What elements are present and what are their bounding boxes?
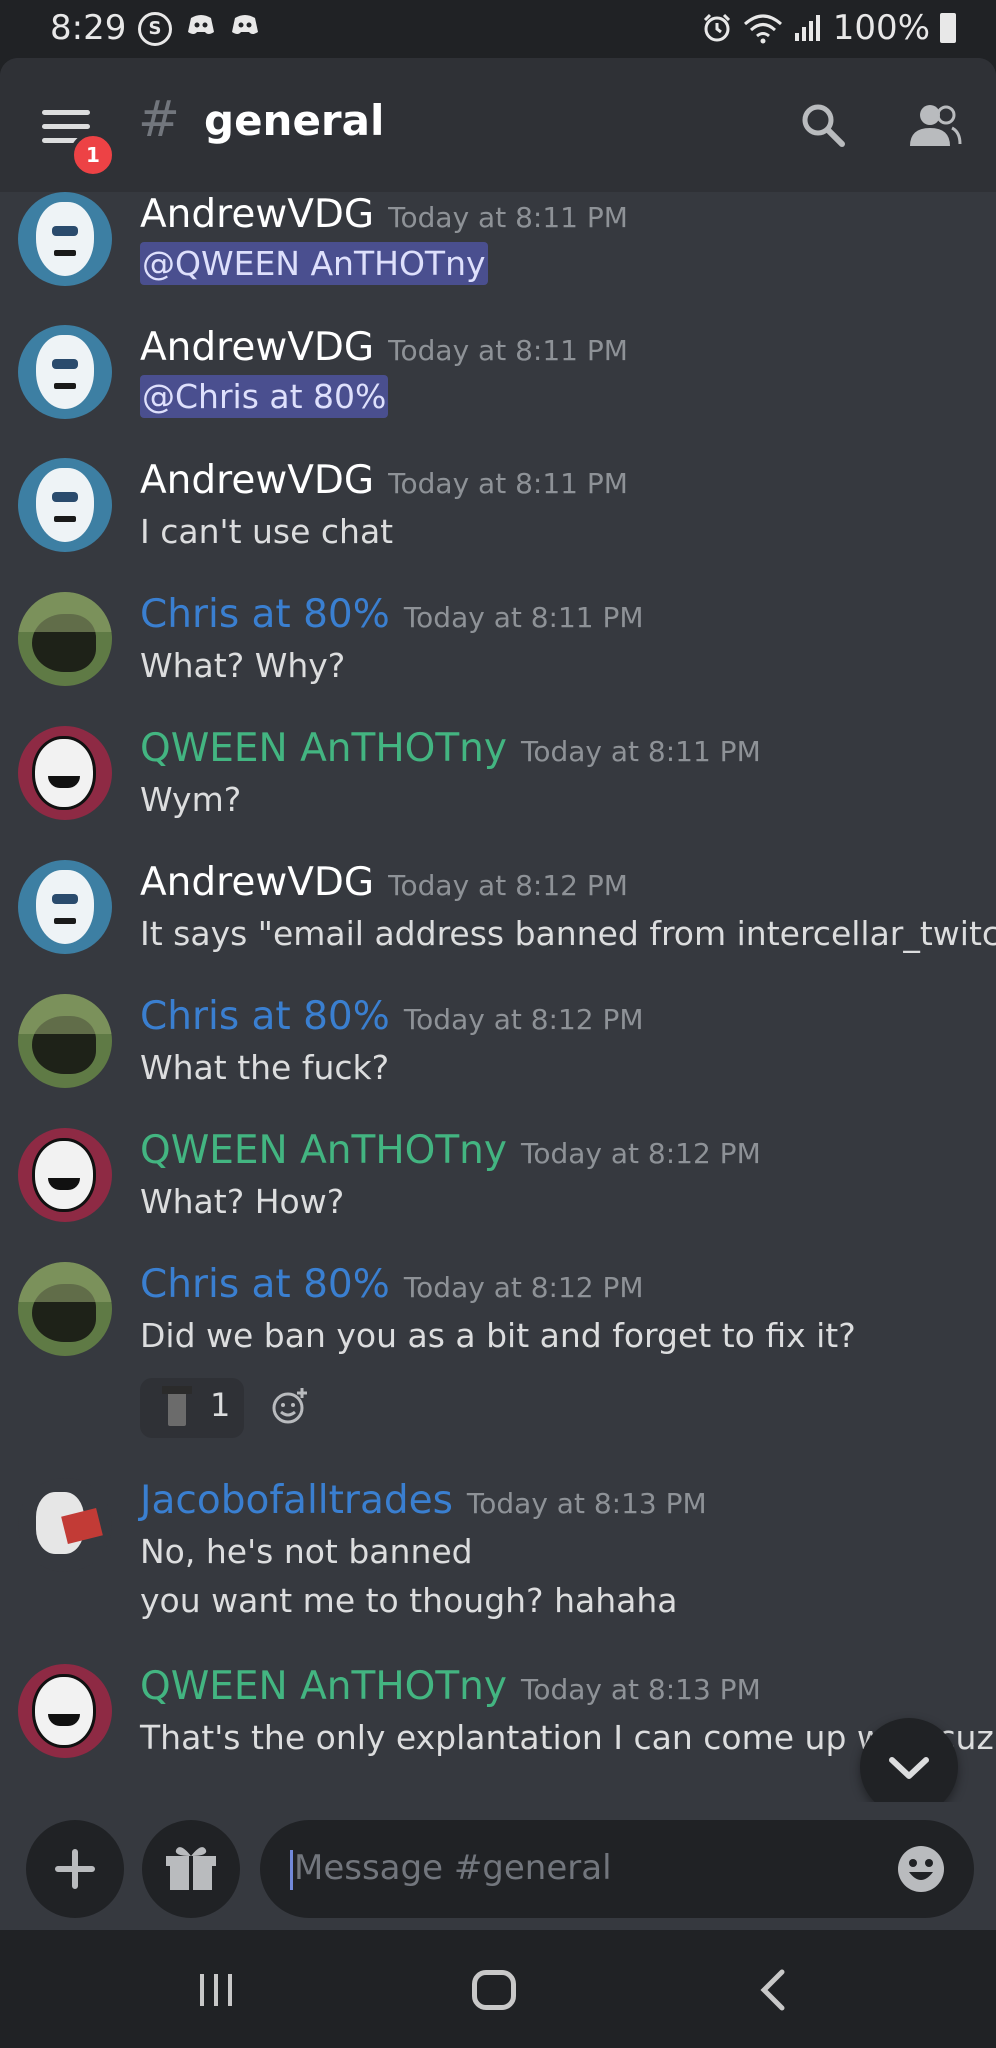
status-bar: 8:29 S 100%: [0, 0, 996, 58]
gift-button[interactable]: [142, 1820, 240, 1918]
message-header: AndrewVDG Today at 8:11 PM: [140, 458, 628, 503]
text-caret: [290, 1850, 293, 1890]
message-list[interactable]: AndrewVDG Today at 8:11 PM @QWEEN AnTHOTn…: [0, 192, 996, 1802]
message-header: Chris at 80% Today at 8:11 PM: [140, 592, 644, 637]
timestamp: Today at 8:12 PM: [403, 1003, 644, 1036]
reaction-pill[interactable]: 1: [140, 1378, 244, 1438]
timestamp: Today at 8:11 PM: [388, 201, 628, 234]
message-header: Chris at 80% Today at 8:12 PM: [140, 994, 644, 1039]
message-input-placeholder: Message #general: [294, 1848, 612, 1888]
avatar[interactable]: [18, 1128, 112, 1222]
notification-icons: S: [138, 12, 260, 46]
reaction-count: 1: [210, 1386, 231, 1424]
discord-notification-icon-2: [232, 15, 258, 34]
avatar[interactable]: [18, 592, 112, 686]
skype-icon: S: [138, 12, 172, 46]
username[interactable]: Chris at 80%: [140, 1262, 390, 1307]
notification-badge: 1: [70, 132, 116, 178]
message-header: Jacobofalltrades Today at 8:13 PM: [140, 1478, 707, 1523]
status-right: 100%: [701, 8, 956, 48]
timestamp: Today at 8:11 PM: [520, 735, 761, 768]
timestamp: Today at 8:12 PM: [520, 1137, 761, 1170]
emoji-icon[interactable]: [896, 1844, 946, 1894]
username[interactable]: QWEEN AnTHOTny: [140, 726, 507, 771]
avatar[interactable]: [18, 1478, 112, 1572]
timestamp: Today at 8:11 PM: [403, 601, 644, 634]
avatar[interactable]: [18, 860, 112, 954]
message-text: @QWEEN AnTHOTny: [140, 242, 488, 285]
home-icon[interactable]: [472, 1970, 516, 2010]
avatar[interactable]: [18, 994, 112, 1088]
username[interactable]: Chris at 80%: [140, 592, 390, 637]
message-header: QWEEN AnTHOTny Today at 8:11 PM: [140, 726, 761, 771]
members-icon[interactable]: [906, 102, 962, 148]
back-icon[interactable]: [758, 1968, 788, 2012]
message-header: AndrewVDG Today at 8:11 PM: [140, 192, 628, 237]
discord-notification-icon: [188, 15, 214, 34]
system-nav-bar: [0, 1930, 996, 2048]
username[interactable]: QWEEN AnTHOTny: [140, 1128, 507, 1173]
user-mention[interactable]: @QWEEN AnTHOTny: [140, 242, 488, 285]
signal-icon: [794, 15, 820, 41]
add-attachment-button[interactable]: [26, 1820, 124, 1918]
gift-icon: [166, 1847, 216, 1890]
avatar[interactable]: [18, 325, 112, 419]
message-header: QWEEN AnTHOTny Today at 8:12 PM: [140, 1128, 761, 1173]
avatar[interactable]: [18, 726, 112, 820]
message-text: I can't use chat: [140, 512, 394, 551]
message-text: No, he's not banned: [140, 1532, 473, 1571]
username[interactable]: AndrewVDG: [140, 192, 374, 237]
message-text: What the fuck?: [140, 1048, 390, 1087]
message-text: Wym?: [140, 780, 242, 819]
username[interactable]: Jacobofalltrades: [140, 1478, 453, 1523]
message-header: AndrewVDG Today at 8:11 PM: [140, 325, 628, 370]
timestamp: Today at 8:13 PM: [466, 1487, 707, 1520]
message-composer: Message #general: [0, 1802, 996, 1930]
timestamp: Today at 8:13 PM: [520, 1673, 761, 1706]
channel-header: 1 # general: [0, 58, 996, 192]
search-icon[interactable]: [800, 102, 846, 148]
avatar[interactable]: [18, 1262, 112, 1356]
battery-percent: 100%: [832, 8, 930, 48]
battery-icon: [940, 13, 956, 43]
plus-icon: [55, 1849, 95, 1889]
timestamp: Today at 8:11 PM: [388, 334, 628, 367]
username[interactable]: AndrewVDG: [140, 458, 374, 503]
status-time: 8:29: [50, 8, 127, 48]
username[interactable]: Chris at 80%: [140, 994, 390, 1039]
add-reaction-icon[interactable]: [270, 1386, 310, 1426]
timestamp: Today at 8:11 PM: [388, 467, 628, 500]
wifi-icon: [743, 14, 782, 44]
username[interactable]: AndrewVDG: [140, 325, 374, 370]
channel-hash-icon: #: [138, 90, 180, 148]
message-text: What? Why?: [140, 646, 346, 685]
discord-app: 1 # general AndrewVDG Today at 8:11 PM @Q…: [0, 58, 996, 1930]
avatar[interactable]: [18, 192, 112, 286]
message-input[interactable]: Message #general: [260, 1820, 974, 1918]
alarm-icon: [703, 13, 730, 42]
message-text: @Chris at 80%: [140, 375, 389, 418]
username[interactable]: AndrewVDG: [140, 860, 374, 905]
avatar[interactable]: [18, 458, 112, 552]
message-text: It says "email address banned from inter…: [140, 914, 996, 953]
timestamp: Today at 8:12 PM: [403, 1271, 644, 1304]
message-text-line-2: you want me to though? hahaha: [140, 1581, 678, 1620]
this-emoji-icon: [162, 1386, 192, 1426]
username[interactable]: QWEEN AnTHOTny: [140, 1664, 507, 1709]
timestamp: Today at 8:12 PM: [388, 869, 628, 902]
message-text: What? How?: [140, 1182, 345, 1221]
message-header: QWEEN AnTHOTny Today at 8:13 PM: [140, 1664, 761, 1709]
recent-apps-icon[interactable]: [196, 1970, 236, 2010]
message-header: Chris at 80% Today at 8:12 PM: [140, 1262, 644, 1307]
message-header: AndrewVDG Today at 8:12 PM: [140, 860, 628, 905]
avatar[interactable]: [18, 1664, 112, 1758]
message-text: Did we ban you as a bit and forget to fi…: [140, 1316, 856, 1355]
user-mention[interactable]: @Chris at 80%: [140, 375, 389, 418]
channel-name: general: [204, 96, 385, 145]
